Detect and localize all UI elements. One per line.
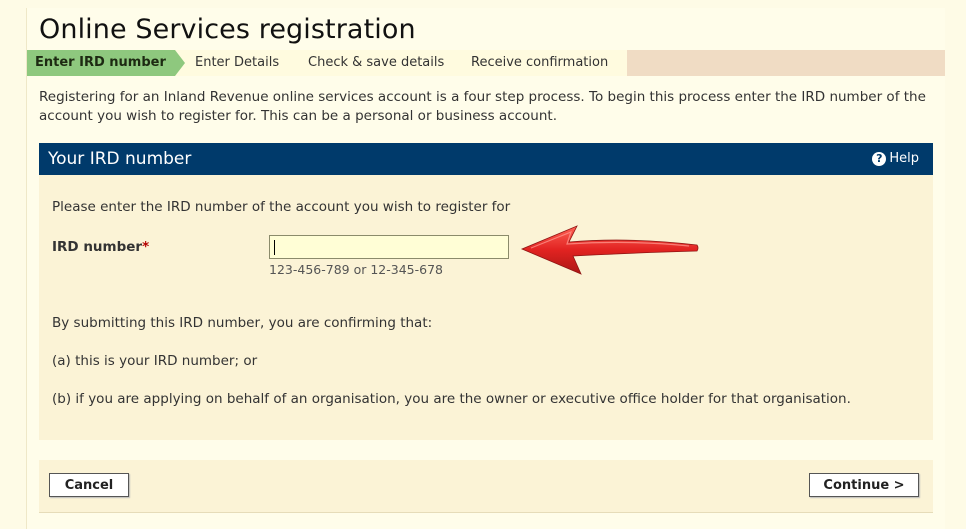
step-enter-details: Enter Details	[175, 50, 297, 76]
step-check-save-details: Check & save details	[287, 50, 457, 76]
page: Online Services registration Receive con…	[26, 8, 945, 529]
required-asterisk: *	[142, 239, 150, 255]
ird-format-hint: 123-456-789 or 12-345-678	[269, 262, 443, 277]
field-label-text: IRD number	[52, 239, 143, 255]
red-pointer-arrow-icon	[520, 225, 699, 275]
continue-button[interactable]: Continue >	[809, 473, 919, 497]
page-title: Online Services registration	[39, 14, 416, 45]
ird-number-input[interactable]	[269, 235, 509, 259]
panel-header: Your IRD number ? Help	[39, 143, 933, 175]
ird-number-label: IRD number*	[52, 239, 149, 255]
confirm-intro: By submitting this IRD number, you are c…	[52, 315, 433, 331]
step-label: Check & save details	[308, 55, 445, 70]
panel-body: Please enter the IRD number of the accou…	[39, 175, 933, 440]
cancel-button[interactable]: Cancel	[49, 473, 129, 497]
step-receive-confirmation: Receive confirmation	[447, 50, 627, 76]
step-enter-ird-number: Enter IRD number	[27, 50, 185, 76]
confirm-item-a: (a) this is your IRD number; or	[52, 353, 258, 369]
help-icon: ?	[872, 151, 887, 166]
intro-text: Registering for an Inland Revenue online…	[39, 89, 926, 124]
step-label: Receive confirmation	[471, 55, 609, 70]
panel-title: Your IRD number	[48, 149, 192, 169]
progress-steps: Receive confirmation Check & save detail…	[27, 50, 945, 76]
step-label: Enter Details	[195, 55, 280, 70]
prompt-text: Please enter the IRD number of the accou…	[52, 199, 511, 215]
confirm-item-b: (b) if you are applying on behalf of an …	[52, 391, 851, 407]
text-caret	[274, 240, 275, 255]
help-label: Help	[889, 151, 919, 166]
form-footer: Cancel Continue >	[39, 460, 933, 513]
step-label: Enter IRD number	[35, 55, 166, 70]
help-link[interactable]: ? Help	[872, 151, 919, 166]
